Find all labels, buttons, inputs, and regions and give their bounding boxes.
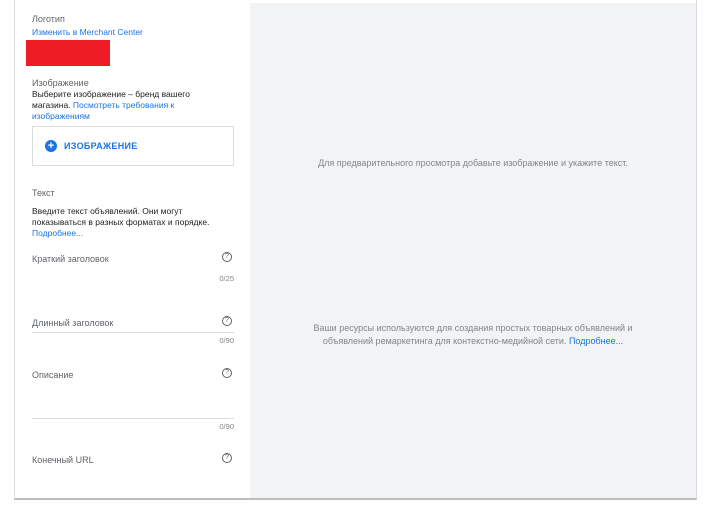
- help-icon[interactable]: ?: [222, 252, 232, 262]
- description-field[interactable]: Описание ? 0/90: [32, 368, 234, 432]
- add-image-label: ИЗОБРАЖЕНИЕ: [64, 141, 138, 151]
- text-label: Текст: [32, 188, 55, 198]
- plus-circle-icon: +: [45, 140, 57, 152]
- final-url-label: Конечный URL: [32, 455, 94, 465]
- preview-info: Ваши ресурсы используются для создания п…: [313, 323, 633, 346]
- help-icon[interactable]: ?: [222, 368, 232, 378]
- help-icon[interactable]: ?: [222, 316, 232, 326]
- description-label: Описание: [32, 370, 74, 380]
- help-icon[interactable]: ?: [222, 453, 232, 463]
- image-requirements-link[interactable]: Посмотреть требования к: [73, 100, 174, 110]
- logo-label: Логотип: [32, 14, 65, 24]
- description-counter: 0/90: [219, 422, 234, 431]
- logo-image: [26, 40, 110, 66]
- image-description: Выберите изображение – бренд вашего мага…: [32, 89, 190, 121]
- long-title-label: Длинный заголовок: [32, 318, 114, 328]
- long-title-field[interactable]: Длинный заголовок ? 0/90: [32, 316, 234, 346]
- add-image-button[interactable]: + ИЗОБРАЖЕНИЕ: [32, 126, 234, 166]
- short-title-counter: 0/25: [219, 274, 234, 283]
- preview-panel: [250, 3, 696, 498]
- long-title-counter: 0/90: [219, 336, 234, 345]
- description-underline: [32, 418, 234, 419]
- short-title-field[interactable]: Краткий заголовок ? 0/25: [32, 252, 234, 286]
- long-title-underline: [32, 332, 234, 333]
- text-more-link[interactable]: Подробнее...: [32, 228, 83, 238]
- image-requirements-link-cont[interactable]: изображениям: [32, 111, 90, 121]
- final-url-field[interactable]: Конечный URL ?: [32, 453, 234, 473]
- image-label: Изображение: [32, 78, 89, 88]
- preview-hint: Для предварительного просмотра добавьте …: [318, 158, 628, 168]
- change-in-merchant-center-link[interactable]: Изменить в Merchant Center: [32, 27, 143, 37]
- preview-more-link[interactable]: Подробнее...: [569, 336, 623, 346]
- text-description: Введите текст объявлений. Они могут пока…: [32, 206, 210, 238]
- short-title-label: Краткий заголовок: [32, 254, 109, 264]
